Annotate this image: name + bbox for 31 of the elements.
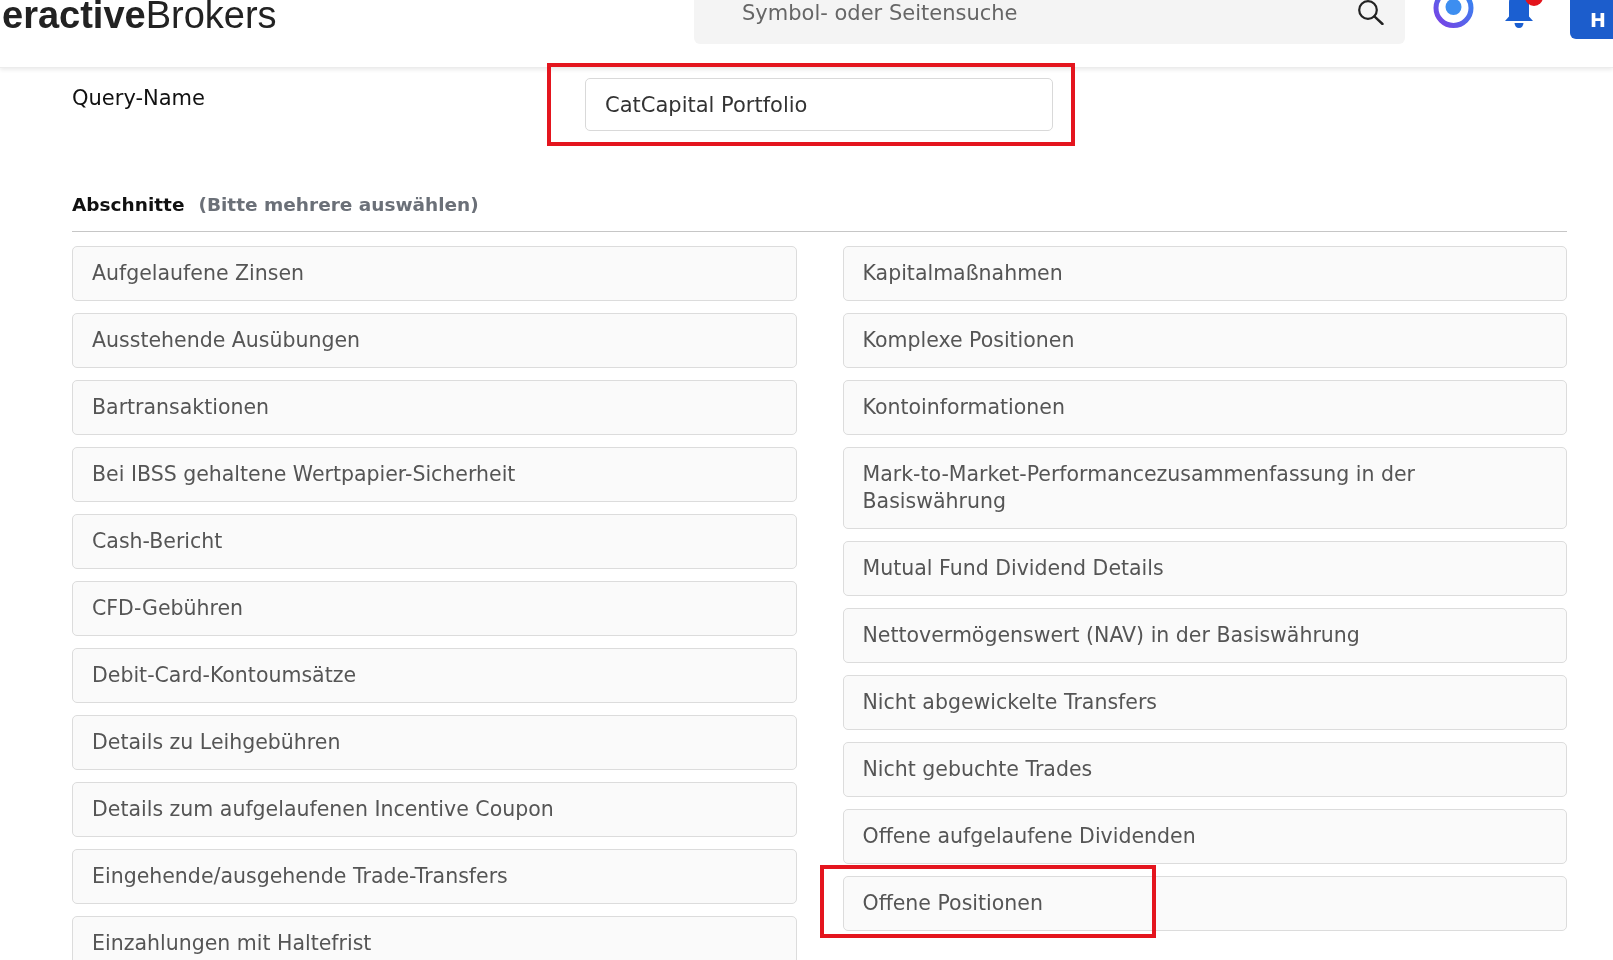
section-option[interactable]: Einzahlungen mit Haltefrist xyxy=(72,916,797,960)
section-option[interactable]: Bei IBSS gehaltene Wertpapier-Sicherheit xyxy=(72,447,797,502)
section-option[interactable]: Bartransaktionen xyxy=(72,380,797,435)
search-icon[interactable] xyxy=(1357,0,1384,25)
section-option[interactable]: Offene aufgelaufene Dividenden xyxy=(842,809,1567,864)
query-name-field[interactable]: CatCapital Portfolio xyxy=(585,78,1053,131)
section-title: Abschnitte xyxy=(72,193,185,217)
section-option[interactable]: Details zu Leihgebühren xyxy=(72,715,797,770)
section-option[interactable]: Ausstehende Ausübungen xyxy=(72,313,797,368)
header-button[interactable]: H xyxy=(1570,0,1613,39)
section-option[interactable]: Nicht gebuchte Trades xyxy=(842,742,1567,797)
section-option[interactable]: Mutual Fund Dividend Details xyxy=(842,541,1567,596)
logo[interactable]: eractiveBrokers xyxy=(2,0,277,30)
section-option[interactable]: Kapitalmaßnahmen xyxy=(842,246,1567,301)
bell-icon[interactable] xyxy=(1502,0,1536,28)
search-field[interactable]: Symbol- oder Seitensuche xyxy=(694,0,1405,44)
section-option[interactable]: Cash-Bericht xyxy=(72,514,797,569)
section-option[interactable]: Debit-Card-Kontoumsätze xyxy=(72,648,797,703)
section-option[interactable]: Aufgelaufene Zinsen xyxy=(72,246,797,301)
section-hint: (Bitte mehrere auswählen) xyxy=(198,193,479,217)
section-option[interactable]: CFD-Gebühren xyxy=(72,581,797,636)
section-option[interactable]: Kontoinformationen xyxy=(842,380,1567,435)
section-option[interactable]: Eingehende/ausgehende Trade-Transfers xyxy=(72,849,797,904)
section-option[interactable]: Offene Positionen xyxy=(842,876,1567,931)
field-label: Query-Name xyxy=(72,86,205,111)
section-option[interactable]: Komplexe Positionen xyxy=(842,313,1567,368)
ring-icon[interactable] xyxy=(1433,0,1474,29)
section-option[interactable]: Nettovermögenswert (NAV) in der Basiswährung xyxy=(842,608,1567,663)
section-option[interactable]: Mark-to-Market-Performancezusammenfassung in der Basiswährung xyxy=(842,447,1567,529)
section-option[interactable]: Details zum aufgelaufenen Incentive Coupon xyxy=(72,782,797,837)
section-option[interactable]: Nicht abgewickelte Transfers xyxy=(842,675,1567,730)
